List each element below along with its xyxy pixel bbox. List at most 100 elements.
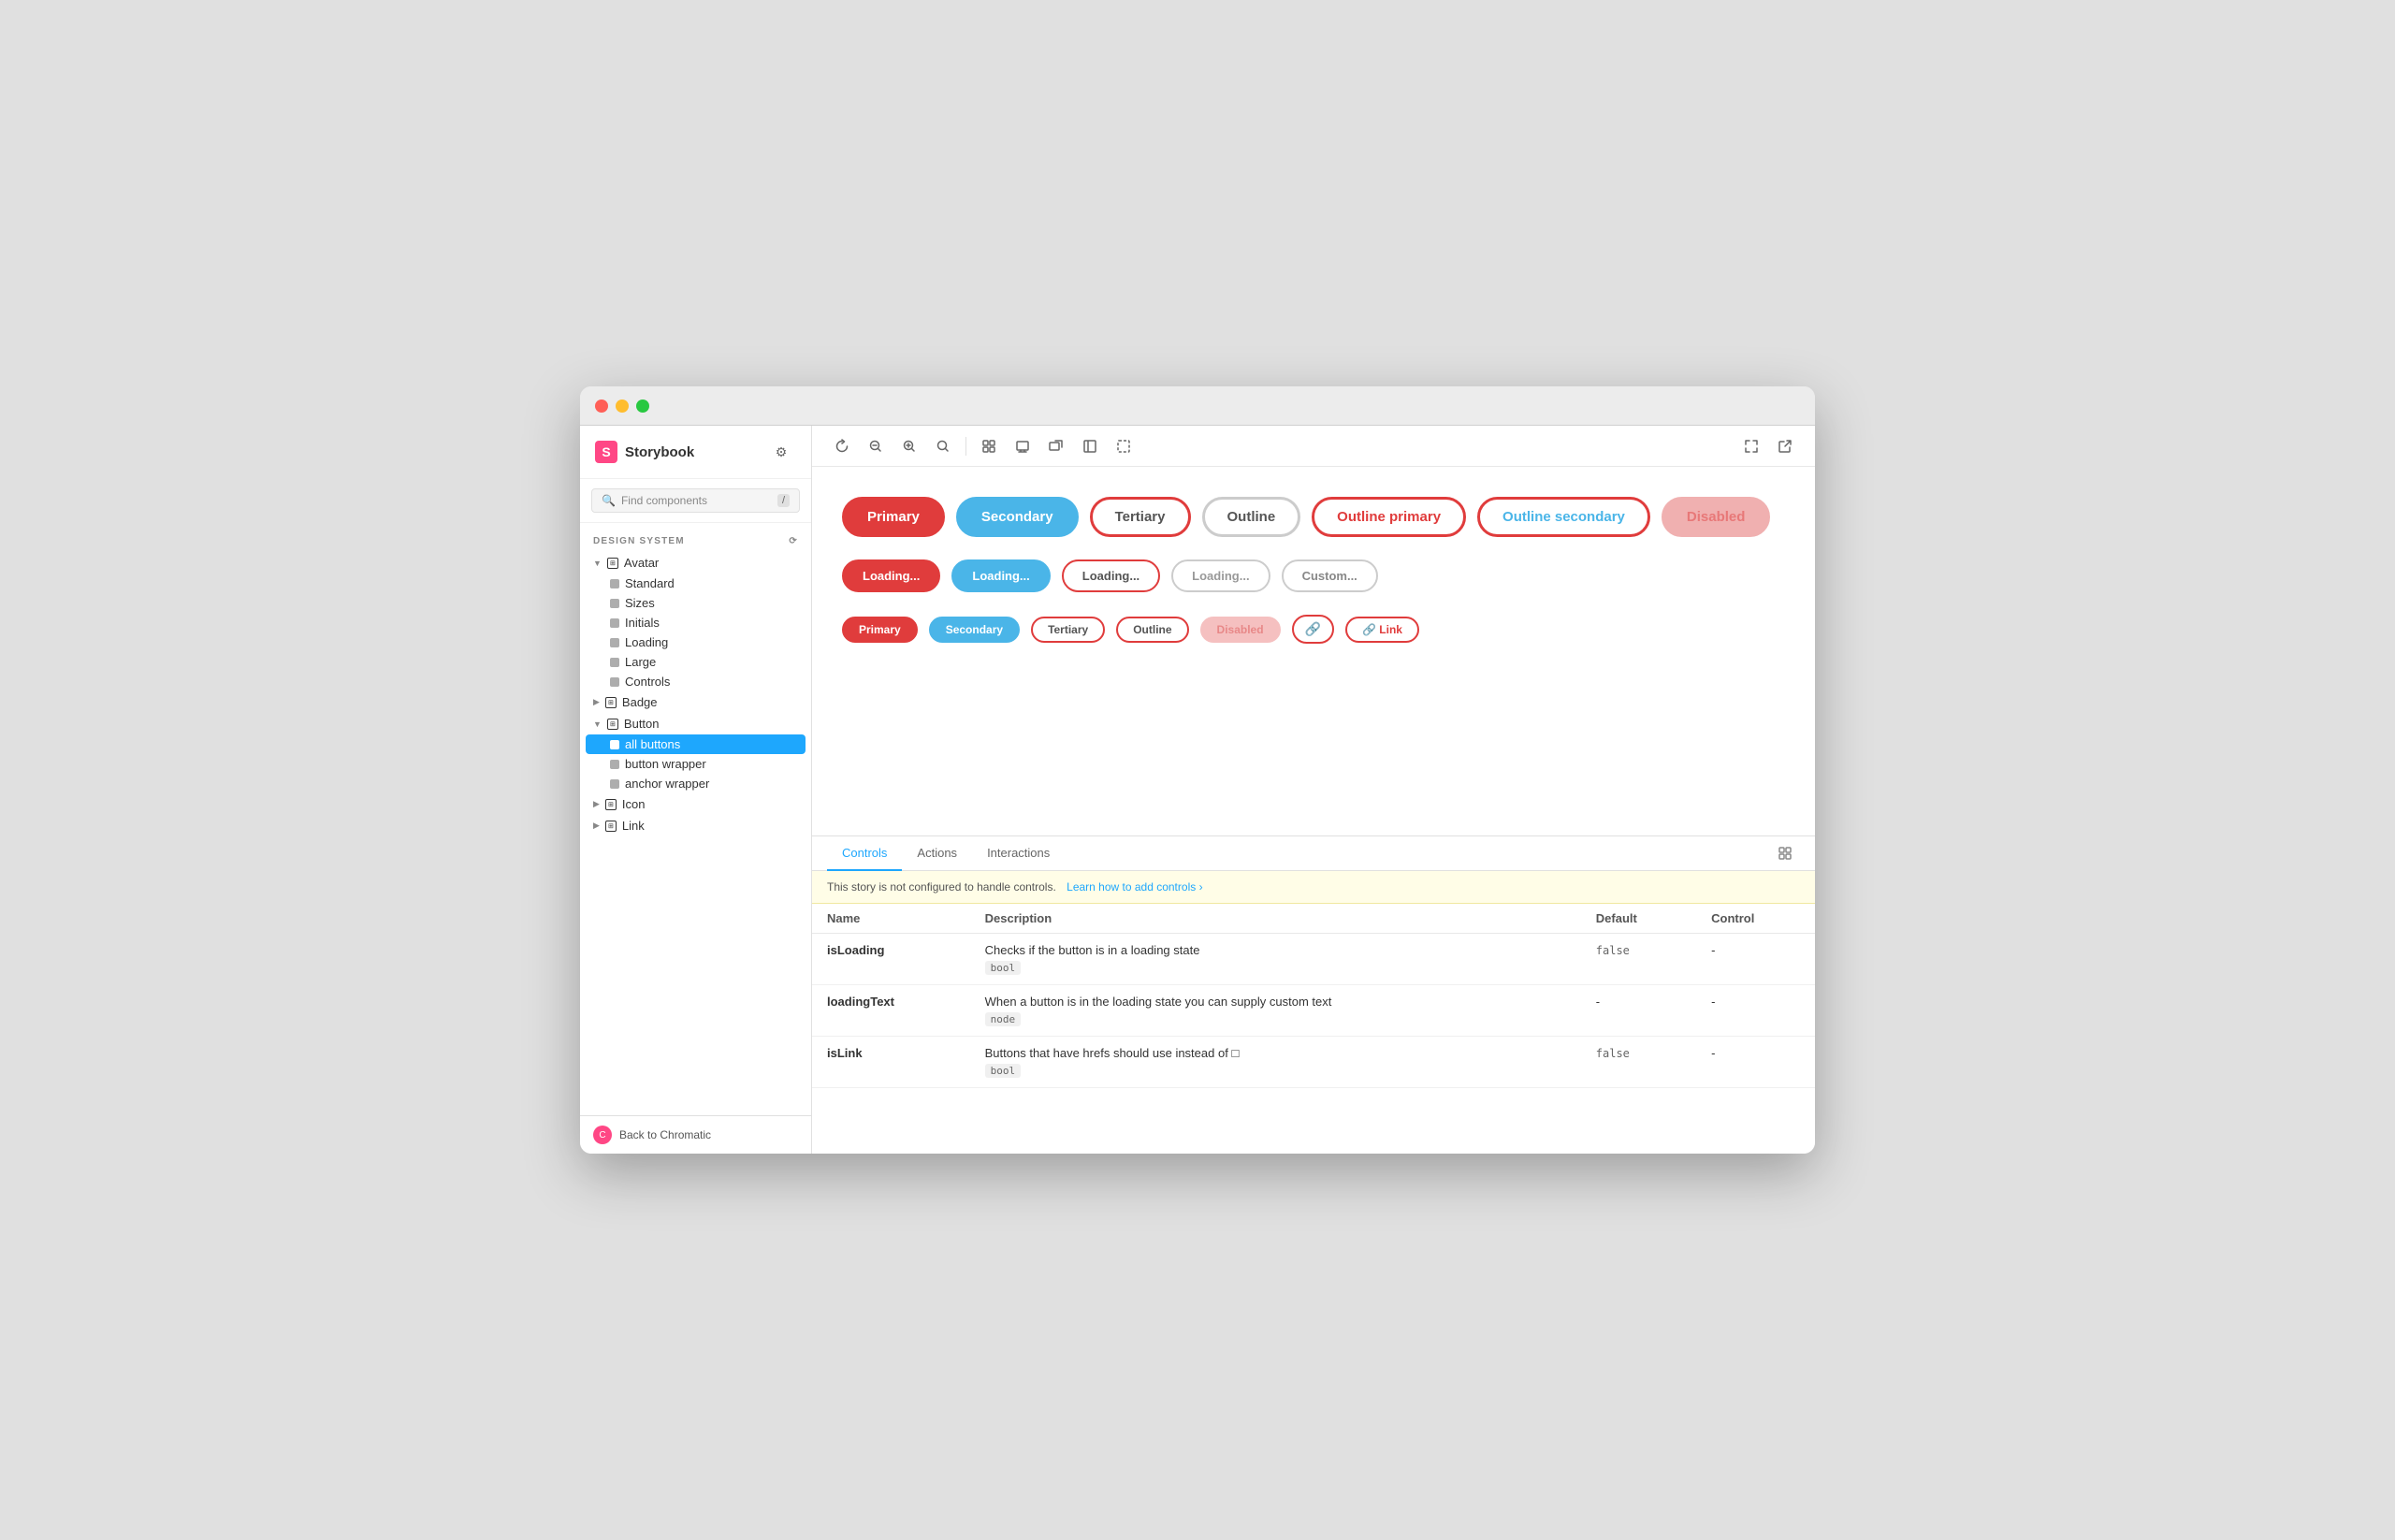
table-row: isLink Buttons that have hrefs should us… — [812, 1037, 1815, 1088]
btn-outline-secondary[interactable]: Outline secondary — [1477, 497, 1650, 537]
sidebar-item-anchor-wrapper[interactable]: anchor wrapper — [580, 774, 811, 793]
tab-controls[interactable]: Controls — [827, 836, 902, 871]
reset-zoom-icon[interactable] — [928, 433, 958, 459]
search-shortcut: / — [777, 494, 790, 507]
btn-sm-icon-link[interactable]: 🔗 — [1292, 615, 1334, 644]
sidebar-item-button-wrapper[interactable]: button wrapper — [580, 754, 811, 774]
row-default-islink: false — [1581, 1037, 1696, 1088]
info-banner: This story is not configured to handle c… — [812, 871, 1815, 904]
tab-interactions[interactable]: Interactions — [972, 836, 1065, 871]
info-banner-text: This story is not configured to handle c… — [827, 880, 1056, 893]
sidebar-item-badge[interactable]: ▶ ⊞ Badge — [580, 691, 811, 713]
story-icon — [610, 599, 619, 608]
controls-table-body: isLoading Checks if the button is in a l… — [812, 934, 1815, 1088]
btn-sm-outline[interactable]: Outline — [1116, 617, 1188, 643]
btn-sm-tertiary[interactable]: Tertiary — [1031, 617, 1105, 643]
btn-outline-primary[interactable]: Outline primary — [1312, 497, 1466, 537]
row-desc-islink: Buttons that have hrefs should use inste… — [970, 1037, 1581, 1088]
row-default-loadingtext: - — [1581, 985, 1696, 1037]
sidebar-item-icon[interactable]: ▶ ⊞ Icon — [580, 793, 811, 815]
zoom-in-icon[interactable] — [894, 433, 924, 459]
btn-sm-secondary[interactable]: Secondary — [929, 617, 1020, 643]
btn-loading-secondary[interactable]: Loading... — [951, 559, 1050, 592]
info-banner-link[interactable]: Learn how to add controls › — [1067, 880, 1202, 893]
sidebar: S Storybook ⚙ 🔍 Find components / DESIGN… — [580, 426, 812, 1154]
story-icon — [610, 579, 619, 588]
btn-tertiary[interactable]: Tertiary — [1090, 497, 1191, 537]
nav-label-avatar: Avatar — [624, 556, 659, 570]
back-to-chromatic-button[interactable]: C Back to Chromatic — [580, 1115, 811, 1154]
chromatic-icon: C — [593, 1126, 612, 1144]
btn-outline[interactable]: Outline — [1202, 497, 1301, 537]
sidebar-item-button[interactable]: ▼ ⊞ Button — [580, 713, 811, 734]
row-name-islink: isLink — [812, 1037, 970, 1088]
component-icon: ⊞ — [605, 697, 617, 708]
table-row: isLoading Checks if the button is in a l… — [812, 934, 1815, 985]
sidebar-nav: DESIGN SYSTEM ⟳ ▼ ⊞ Avatar Standard Size… — [580, 523, 811, 1115]
btn-secondary[interactable]: Secondary — [956, 497, 1079, 537]
btn-loading-primary[interactable]: Loading... — [842, 559, 940, 592]
design-system-section-header: DESIGN SYSTEM ⟳ — [580, 530, 811, 552]
toolbar-separator — [965, 437, 966, 456]
component-icon: ⊞ — [607, 558, 618, 569]
traffic-lights — [595, 400, 649, 413]
external-link-icon[interactable] — [1770, 433, 1800, 459]
btn-loading-tertiary[interactable]: Loading... — [1062, 559, 1160, 592]
fullscreen-icon[interactable] — [1041, 433, 1071, 459]
sidebar-item-avatar-large[interactable]: Large — [580, 652, 811, 672]
controls-table: Name Description Default Control isLoadi… — [812, 904, 1815, 1088]
sidebar-item-avatar[interactable]: ▼ ⊞ Avatar — [580, 552, 811, 574]
btn-loading-outline[interactable]: Loading... — [1171, 559, 1270, 592]
sidebar-item-link[interactable]: ▶ ⊞ Link — [580, 815, 811, 836]
reload-icon[interactable] — [827, 433, 857, 459]
sidebar-item-all-buttons[interactable]: all buttons — [586, 734, 806, 754]
section-expand-icon[interactable]: ⟳ — [789, 536, 798, 546]
close-button[interactable] — [595, 400, 608, 413]
settings-icon[interactable]: ⚙ — [766, 439, 796, 465]
storybook-logo: S Storybook — [595, 441, 694, 463]
col-description: Description — [970, 904, 1581, 934]
sidebar-item-avatar-sizes[interactable]: Sizes — [580, 593, 811, 613]
viewport-icon[interactable] — [1008, 433, 1038, 459]
panel-options-icon[interactable] — [1770, 836, 1800, 870]
component-icon: ⊞ — [605, 821, 617, 832]
maximize-button[interactable] — [636, 400, 649, 413]
row-control-islink: - — [1696, 1037, 1815, 1088]
app-window: S Storybook ⚙ 🔍 Find components / DESIGN… — [580, 386, 1815, 1154]
sidebar-item-avatar-loading[interactable]: Loading — [580, 632, 811, 652]
sidebar-item-avatar-standard[interactable]: Standard — [580, 574, 811, 593]
nav-label-badge: Badge — [622, 695, 658, 709]
btn-sm-primary[interactable]: Primary — [842, 617, 918, 643]
triangle-down-icon: ▼ — [593, 559, 602, 568]
border-icon[interactable] — [1109, 433, 1139, 459]
btn-custom[interactable]: Custom... — [1282, 559, 1378, 592]
row-control-isloading: - — [1696, 934, 1815, 985]
triangle-right-icon: ▶ — [593, 821, 600, 831]
row-name-isloading: isLoading — [812, 934, 970, 985]
search-icon: 🔍 — [602, 494, 616, 507]
expand-icon[interactable] — [1736, 433, 1766, 459]
sidebar-item-avatar-initials[interactable]: Initials — [580, 613, 811, 632]
storybook-logo-text: Storybook — [625, 444, 694, 460]
layout-icon[interactable] — [1075, 433, 1105, 459]
btn-disabled[interactable]: Disabled — [1662, 497, 1771, 537]
zoom-out-icon[interactable] — [861, 433, 891, 459]
tab-actions[interactable]: Actions — [902, 836, 972, 871]
row-name-loadingtext: loadingText — [812, 985, 970, 1037]
btn-sm-disabled[interactable]: Disabled — [1200, 617, 1281, 643]
btn-primary[interactable]: Primary — [842, 497, 945, 537]
search-box[interactable]: 🔍 Find components / — [591, 488, 800, 513]
component-icon: ⊞ — [605, 799, 617, 810]
story-icon — [610, 658, 619, 667]
btn-sm-link[interactable]: 🔗 Link — [1345, 617, 1419, 643]
titlebar — [580, 386, 1815, 426]
search-placeholder: Find components — [621, 494, 707, 507]
minimize-button[interactable] — [616, 400, 629, 413]
button-row-3: Primary Secondary Tertiary Outline Disab… — [842, 615, 1785, 644]
toolbar — [812, 426, 1815, 467]
col-name: Name — [812, 904, 970, 934]
content-area: Primary Secondary Tertiary Outline Outli… — [812, 426, 1815, 1154]
grid-icon[interactable] — [974, 433, 1004, 459]
row-desc-isloading: Checks if the button is in a loading sta… — [970, 934, 1581, 985]
sidebar-item-avatar-controls[interactable]: Controls — [580, 672, 811, 691]
